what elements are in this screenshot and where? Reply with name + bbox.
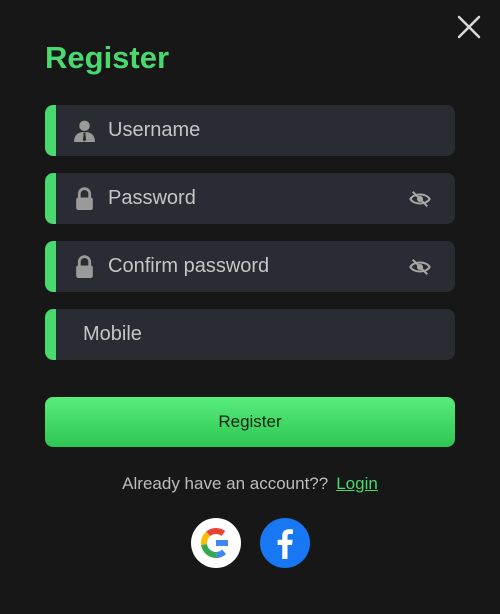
lock-icon	[76, 187, 93, 210]
login-prompt-text: Already have an account??	[122, 474, 329, 493]
password-field	[45, 173, 455, 224]
register-button[interactable]: Register	[45, 397, 455, 447]
eye-slash-icon[interactable]	[409, 189, 431, 209]
close-icon[interactable]	[453, 11, 485, 43]
mobile-field	[45, 309, 455, 360]
facebook-button[interactable]	[260, 518, 310, 568]
username-field	[45, 105, 455, 156]
field-accent-bar	[45, 173, 56, 224]
google-button[interactable]	[191, 518, 241, 568]
lock-icon	[76, 255, 93, 278]
password-input[interactable]	[108, 173, 398, 224]
confirm-password-field	[45, 241, 455, 292]
login-link[interactable]: Login	[336, 474, 378, 493]
facebook-icon	[277, 529, 293, 559]
field-accent-bar	[45, 309, 56, 360]
username-input[interactable]	[108, 105, 398, 156]
field-accent-bar	[45, 105, 56, 156]
eye-slash-icon[interactable]	[409, 257, 431, 277]
google-icon	[201, 528, 231, 558]
confirm-password-input[interactable]	[108, 241, 398, 292]
mobile-input[interactable]	[83, 309, 373, 360]
login-prompt: Already have an account?? Login	[0, 474, 500, 494]
user-icon	[74, 120, 95, 142]
field-accent-bar	[45, 241, 56, 292]
page-title: Register	[45, 40, 170, 75]
